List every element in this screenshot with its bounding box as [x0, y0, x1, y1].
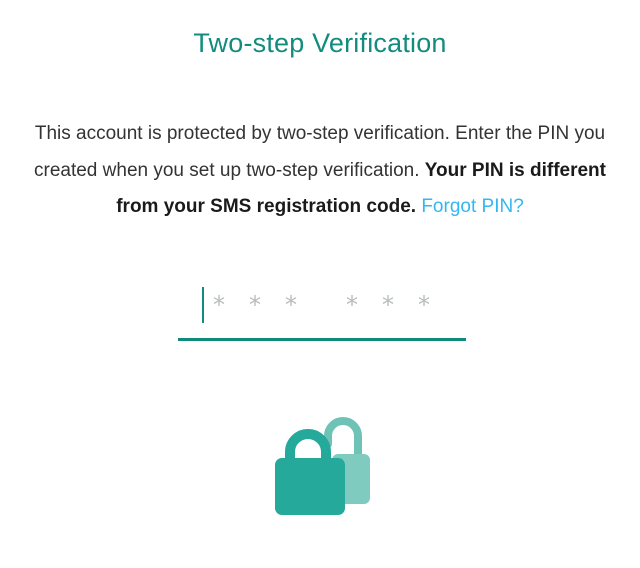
pin-digit-placeholder: *	[213, 291, 225, 319]
page-title: Two-step Verification	[193, 28, 447, 58]
pin-digit-placeholder: *	[285, 291, 297, 319]
pin-digit-placeholder: *	[418, 291, 430, 319]
pin-input[interactable]: * * * * * *	[178, 283, 466, 343]
pin-digit-placeholder: *	[249, 291, 261, 319]
lock-icon	[275, 417, 370, 515]
two-step-verification-screen: Two-step Verification This account is pr…	[0, 0, 640, 568]
pin-digit-placeholder: *	[382, 291, 394, 319]
pin-digit-placeholder: *	[346, 291, 358, 319]
pin-underline	[178, 338, 466, 341]
forgot-pin-link[interactable]: Forgot PIN?	[421, 196, 523, 217]
description-text: This account is protected by two-step ve…	[20, 116, 620, 226]
text-cursor	[202, 287, 204, 323]
